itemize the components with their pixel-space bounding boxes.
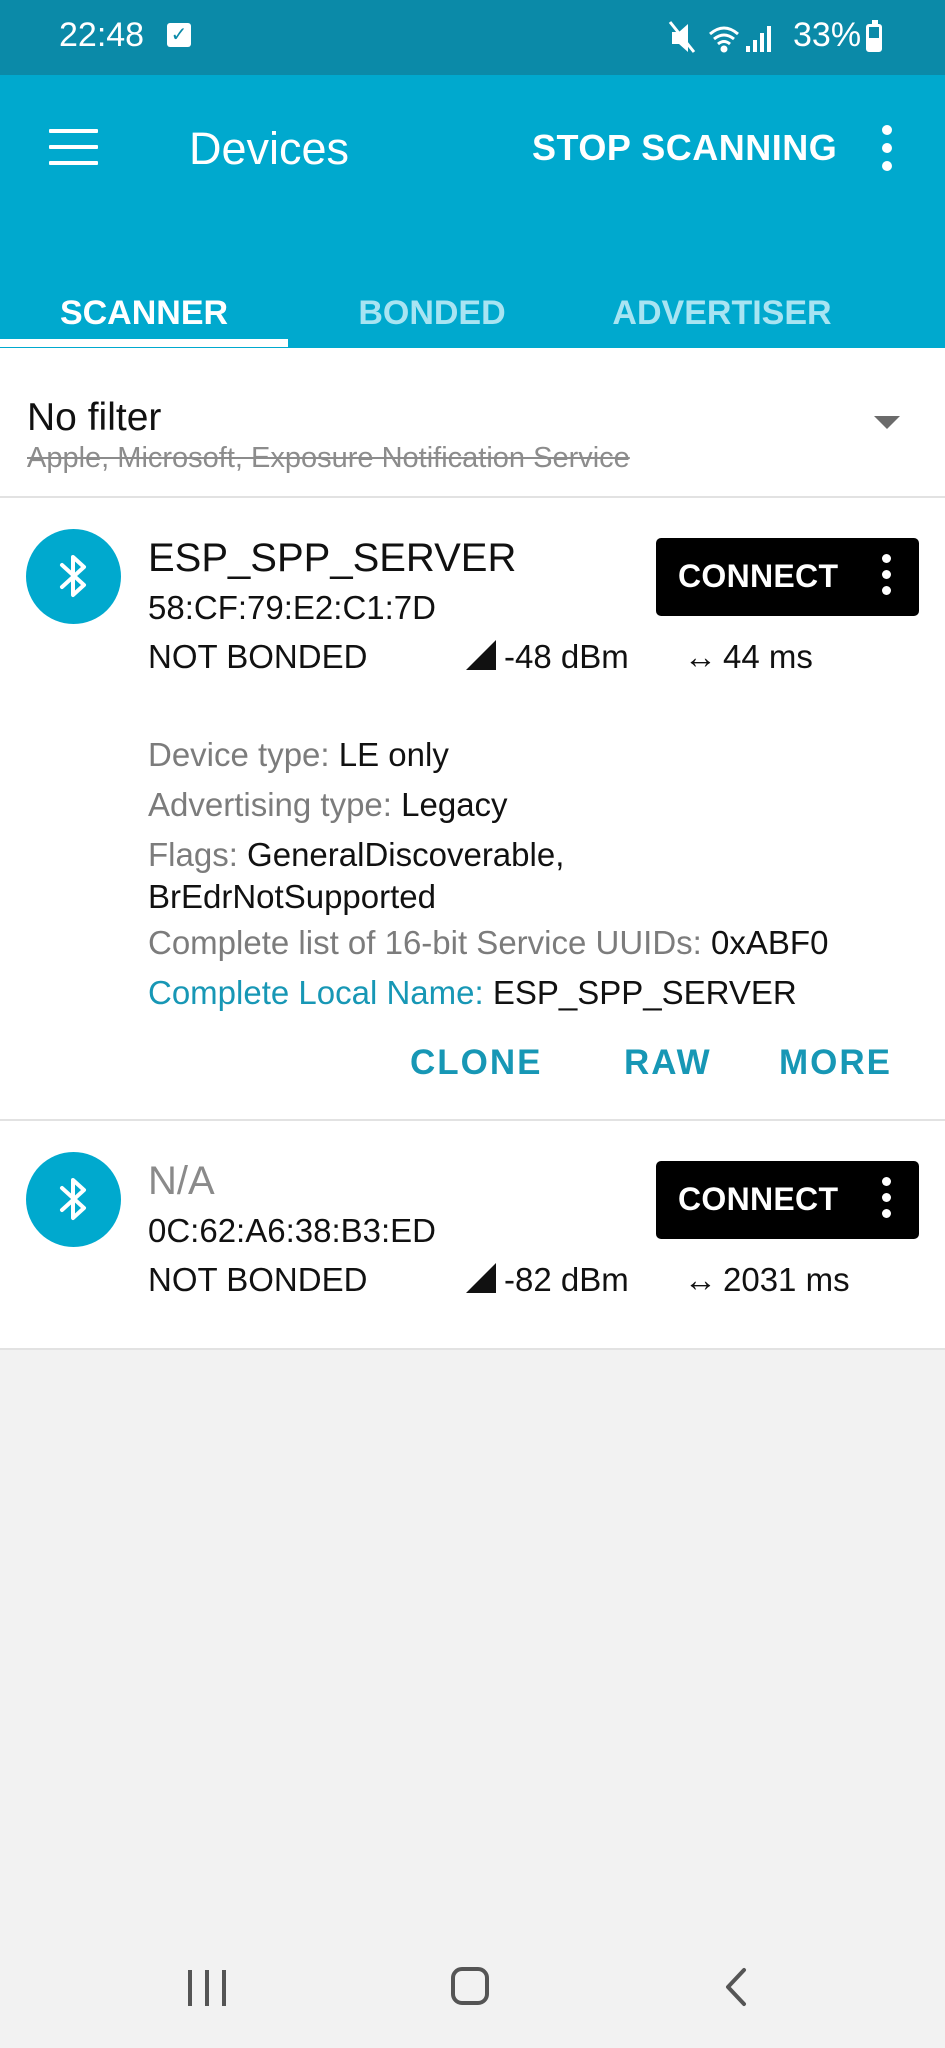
detail-local-name: Complete Local Name: ESP_SPP_SERVER [148,974,797,1011]
interval-arrows-icon: ↔ [684,638,717,675]
battery-percent: 33% [793,16,862,54]
device-name: ESP_SPP_SERVER [148,536,517,580]
interval-value: 44 ms [723,638,813,675]
detail-device-type: Device type: LE only [148,736,449,773]
signal-strength-icon [466,1263,496,1293]
tab-indicator [0,339,288,347]
back-icon[interactable] [722,1966,748,2008]
advertising-interval: ↔ 2031 ms [684,1261,850,1299]
dropdown-arrow-icon [874,416,900,429]
menu-icon[interactable] [49,129,98,165]
interval-arrows-icon: ↔ [684,1261,717,1298]
tab-scanner[interactable]: SCANNER [0,263,288,348]
device-actions: CLONE RAW MORE [0,1043,945,1093]
advertising-interval: ↔ 44 ms [684,638,813,676]
detail-service-uuids: Complete list of 16-bit Service UUIDs: 0… [148,924,829,961]
device-item[interactable]: N/A 0C:62:A6:38:B3:ED NOT BONDED -82 dBm… [0,1121,945,1350]
connect-more-icon[interactable] [880,1177,892,1225]
status-bar: 22:48 ✓ 33% [0,0,945,75]
rssi: -82 dBm [466,1261,629,1299]
rssi-value: -48 dBm [504,638,629,675]
wifi-icon [709,26,739,53]
tab-bar: SCANNER BONDED ADVERTISER [0,263,945,348]
signal-icon [746,26,771,52]
connect-label: CONNECT [678,558,839,594]
tab-bonded[interactable]: BONDED [288,263,576,348]
filter-title: No filter [27,396,162,439]
signal-strength-icon [466,640,496,670]
bluetooth-icon [26,529,121,624]
filter-dropdown[interactable]: No filter Apple, Microsoft, Exposure Not… [0,348,945,498]
status-time: 22:48 [59,16,145,54]
system-navigation-bar [0,1920,945,2048]
recents-icon[interactable] [188,1970,228,2006]
connect-button[interactable]: CONNECT [656,538,919,616]
detail-advertising-type: Advertising type: Legacy [148,786,508,823]
connect-button[interactable]: CONNECT [656,1161,919,1239]
filter-subtitle: Apple, Microsoft, Exposure Notification … [27,442,630,474]
rssi-value: -82 dBm [504,1261,629,1298]
device-item[interactable]: ESP_SPP_SERVER 58:CF:79:E2:C1:7D NOT BON… [0,498,945,1121]
connect-more-icon[interactable] [880,554,892,602]
more-vert-icon[interactable] [880,125,894,179]
device-mac: 0C:62:A6:38:B3:ED [148,1212,437,1249]
raw-button[interactable]: RAW [624,1043,712,1083]
tab-advertiser[interactable]: ADVERTISER [578,263,866,348]
battery-icon [866,20,882,52]
bluetooth-icon [26,1152,121,1247]
stop-scanning-button[interactable]: STOP SCANNING [532,127,837,169]
device-mac: 58:CF:79:E2:C1:7D [148,589,436,626]
page-title: Devices [189,123,350,174]
checkbox-notification-icon: ✓ [167,23,191,47]
bond-state: NOT BONDED [148,1261,368,1298]
rssi: -48 dBm [466,638,629,676]
home-icon[interactable] [451,1967,489,2005]
interval-value: 2031 ms [723,1261,850,1298]
status-icons [668,21,771,53]
advertising-details: Device type: LE only Advertising type: L… [148,730,928,1018]
more-button[interactable]: MORE [779,1043,892,1083]
connect-label: CONNECT [678,1181,839,1217]
bond-state: NOT BONDED [148,638,368,675]
clone-button[interactable]: CLONE [410,1043,543,1083]
detail-flags: Flags: GeneralDiscoverable, BrEdrNotSupp… [148,836,565,915]
app-bar: Devices STOP SCANNING SCANNER BONDED ADV… [0,75,945,348]
mute-icon [668,21,696,53]
device-name: N/A [148,1159,215,1203]
